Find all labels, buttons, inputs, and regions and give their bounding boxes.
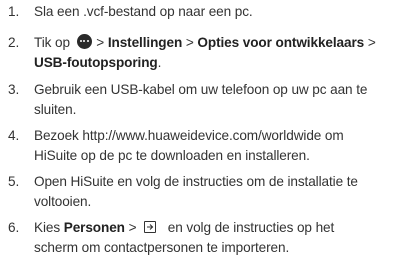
step-number: 5.: [8, 174, 20, 189]
step-text: Bezoek http://www.huaweidevice.com/world…: [34, 128, 344, 143]
separator: >: [367, 35, 376, 50]
menu-path-contacts: Personen: [63, 220, 125, 235]
step-number: 2.: [8, 35, 20, 50]
step-text: Tik op: [34, 35, 70, 50]
separator: >: [96, 35, 105, 50]
step-end-punctuation: .: [157, 55, 162, 70]
step-text: Open HiSuite en volg de instructies om d…: [34, 174, 358, 189]
step-text: voltooien.: [34, 194, 92, 209]
instruction-document: 1. Sla een .vcf-bestand op naar een pc. …: [0, 0, 407, 274]
step-text: Gebruik een USB-kabel om uw telefoon op …: [34, 82, 368, 97]
step-text: scherm om contactpersonen te importeren.: [34, 240, 290, 255]
menu-path-developer-options: Opties voor ontwikkelaars: [197, 35, 365, 50]
step-number: 1.: [8, 4, 20, 19]
step-number: 4.: [8, 128, 20, 143]
step-number: 6.: [8, 220, 20, 235]
menu-path-usb-debugging: USB-foutopsporing: [34, 55, 158, 70]
step-text: sluiten.: [34, 102, 77, 117]
step-number: 3.: [8, 82, 20, 97]
step-text: HiSuite op de pc te downloaden en instal…: [34, 148, 310, 163]
separator: >: [128, 220, 137, 235]
step-text: Sla een .vcf-bestand op naar een pc.: [34, 4, 253, 19]
step-text: en volg de instructies op het: [167, 220, 335, 235]
menu-icon: [76, 34, 92, 49]
menu-path-settings: Instellingen: [107, 35, 183, 50]
separator: >: [185, 35, 194, 50]
import-icon: [144, 221, 157, 233]
step-text: Kies: [34, 220, 61, 235]
